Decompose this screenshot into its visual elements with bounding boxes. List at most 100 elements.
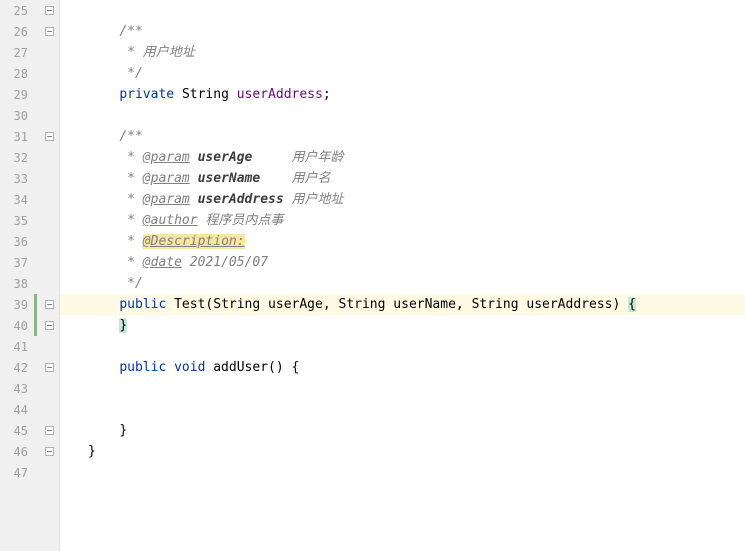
- line-number[interactable]: 37: [0, 256, 32, 270]
- code-editor[interactable]: /** * 用户地址 */ private String userAddress…: [60, 0, 745, 551]
- fold-gutter: [32, 231, 58, 252]
- fold-gutter: [32, 315, 58, 336]
- line-number[interactable]: 40: [0, 319, 32, 333]
- gutter-row: 43: [0, 378, 59, 399]
- fold-gutter: [32, 21, 58, 42]
- gutter-row: 32: [0, 147, 59, 168]
- gutter-row: 30: [0, 105, 59, 126]
- line-number[interactable]: 42: [0, 361, 32, 375]
- code-line[interactable]: * @date 2021/05/07: [60, 252, 745, 273]
- code-line[interactable]: /**: [60, 126, 745, 147]
- fold-gutter: [32, 210, 58, 231]
- token-kw: private: [119, 87, 182, 102]
- token-comment: 2021/05/07: [182, 255, 268, 270]
- line-number[interactable]: 47: [0, 466, 32, 480]
- fold-toggle-icon[interactable]: [45, 321, 54, 330]
- token-comment: *: [119, 213, 142, 228]
- code-line[interactable]: private String userAddress;: [60, 84, 745, 105]
- fold-gutter: [32, 147, 58, 168]
- code-line[interactable]: [60, 378, 745, 399]
- line-number[interactable]: 30: [0, 109, 32, 123]
- gutter-row: 26: [0, 21, 59, 42]
- token-plain: () {: [268, 360, 299, 375]
- token-param: userName: [393, 297, 456, 312]
- code-line[interactable]: [60, 336, 745, 357]
- gutter-row: 36: [0, 231, 59, 252]
- code-line[interactable]: * @param userName 用户名: [60, 168, 745, 189]
- line-number[interactable]: 31: [0, 130, 32, 144]
- token-doc-tag: @date: [143, 255, 182, 270]
- gutter-row: 29: [0, 84, 59, 105]
- fold-gutter: [32, 84, 58, 105]
- code-line[interactable]: * @author 程序员内点事: [60, 210, 745, 231]
- line-number[interactable]: 46: [0, 445, 32, 459]
- code-line[interactable]: public Test(String userAge, String userN…: [60, 294, 745, 315]
- fold-gutter: [32, 462, 58, 483]
- code-line[interactable]: */: [60, 63, 745, 84]
- line-number[interactable]: 45: [0, 424, 32, 438]
- token-type: String: [472, 297, 527, 312]
- code-line[interactable]: /**: [60, 21, 745, 42]
- line-number[interactable]: 32: [0, 151, 32, 165]
- code-line[interactable]: [60, 105, 745, 126]
- fold-toggle-icon[interactable]: [45, 426, 54, 435]
- line-number[interactable]: 28: [0, 67, 32, 81]
- line-number[interactable]: 34: [0, 193, 32, 207]
- gutter-row: 33: [0, 168, 59, 189]
- fold-gutter: [32, 441, 58, 462]
- token-comment: *: [119, 234, 142, 249]
- token-plain: }: [119, 423, 127, 438]
- fold-gutter: [32, 168, 58, 189]
- token-comment: 程序员内点事: [198, 213, 284, 228]
- fold-toggle-icon[interactable]: [45, 363, 54, 372]
- token-comment: [190, 192, 198, 207]
- gutter: 25 26 27 28 29 30 31 32 33 34 35 36 37 38 39 40 41 42 43 44…: [0, 0, 60, 551]
- token-doc-tag: @Description:: [143, 234, 245, 249]
- code-line[interactable]: public void addUser() {: [60, 357, 745, 378]
- code-line[interactable]: * @Description:: [60, 231, 745, 252]
- fold-toggle-icon[interactable]: [45, 27, 54, 36]
- token-plain: }: [88, 444, 96, 459]
- code-line[interactable]: * @param userAddress 用户地址: [60, 189, 745, 210]
- token-comment: *: [119, 192, 142, 207]
- code-line[interactable]: * 用户地址: [60, 42, 745, 63]
- code-line[interactable]: }: [60, 420, 745, 441]
- line-number[interactable]: 25: [0, 4, 32, 18]
- token-comment: /**: [119, 24, 142, 39]
- token-param: userAge: [268, 297, 323, 312]
- token-comment: 用户名: [260, 171, 330, 186]
- gutter-row: 46: [0, 441, 59, 462]
- fold-toggle-icon[interactable]: [45, 132, 54, 141]
- fold-toggle-icon[interactable]: [45, 6, 54, 15]
- fold-gutter: [32, 63, 58, 84]
- line-number[interactable]: 33: [0, 172, 32, 186]
- token-doc-param: userAddress: [198, 192, 284, 207]
- line-number[interactable]: 44: [0, 403, 32, 417]
- code-line[interactable]: [60, 399, 745, 420]
- code-line[interactable]: */: [60, 273, 745, 294]
- token-method: addUser: [213, 360, 268, 375]
- fold-gutter: [32, 126, 58, 147]
- token-type: String: [213, 297, 268, 312]
- line-number[interactable]: 29: [0, 88, 32, 102]
- line-number[interactable]: 36: [0, 235, 32, 249]
- line-number[interactable]: 27: [0, 46, 32, 60]
- line-number[interactable]: 38: [0, 277, 32, 291]
- token-kw: public void: [119, 360, 213, 375]
- code-line[interactable]: [60, 0, 745, 21]
- line-number[interactable]: 26: [0, 25, 32, 39]
- line-number[interactable]: 35: [0, 214, 32, 228]
- line-number[interactable]: 39: [0, 298, 32, 312]
- code-line[interactable]: [60, 462, 745, 483]
- code-line[interactable]: }: [60, 315, 745, 336]
- fold-gutter: [32, 0, 58, 21]
- fold-toggle-icon[interactable]: [45, 447, 54, 456]
- code-line[interactable]: * @param userAge 用户年龄: [60, 147, 745, 168]
- line-number[interactable]: 41: [0, 340, 32, 354]
- token-type: String: [339, 297, 394, 312]
- code-line[interactable]: }: [60, 441, 745, 462]
- token-comment: *: [119, 150, 142, 165]
- line-number[interactable]: 43: [0, 382, 32, 396]
- token-type: String: [182, 87, 237, 102]
- fold-toggle-icon[interactable]: [45, 300, 54, 309]
